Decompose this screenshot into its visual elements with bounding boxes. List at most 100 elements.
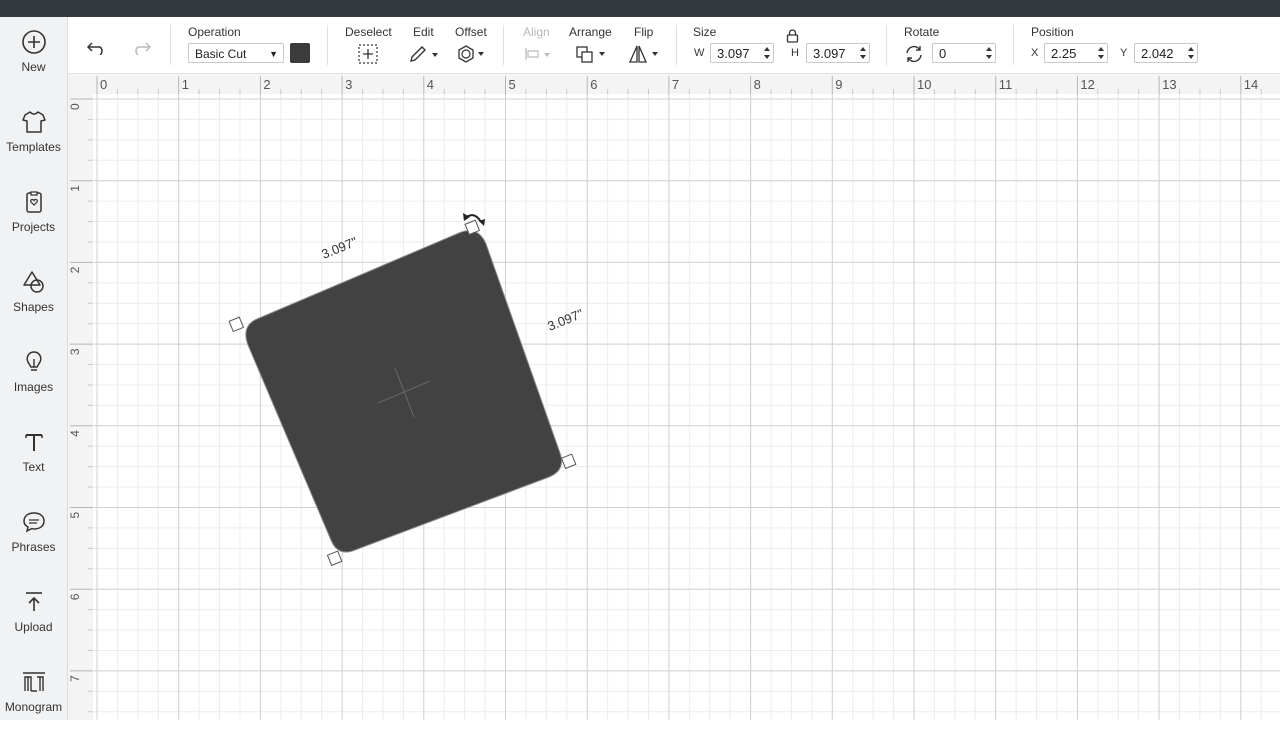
width-prefix: W	[694, 47, 705, 59]
rotate-label: Rotate	[904, 25, 940, 39]
height-input[interactable]: 3.097	[806, 43, 870, 63]
flip-label: Flip	[634, 25, 654, 39]
ruler-v-label: 3	[68, 348, 82, 355]
align-label: Align	[523, 25, 550, 39]
selected-shape-group[interactable]: 3.097" 3.097"	[228, 213, 586, 567]
arrange-label: Arrange	[569, 25, 612, 39]
ruler-h-label: 14	[1244, 77, 1258, 92]
sidebar-item-label: Shapes	[13, 300, 54, 314]
sidebar-item-images[interactable]: Images	[0, 349, 67, 419]
deselect-icon[interactable]	[358, 44, 378, 64]
stepper-icon[interactable]	[859, 45, 867, 61]
tshirt-icon	[21, 111, 46, 133]
position-x-input[interactable]: 2.25	[1044, 43, 1108, 63]
ruler-h-label: 0	[100, 77, 107, 92]
shapes-icon	[22, 271, 44, 293]
undo-icon[interactable]	[86, 39, 108, 55]
ruler-horizontal: 0 1 2 3 4 5 6 7 8 9 10 11 12 13 14	[68, 74, 1280, 94]
arrange-icon[interactable]	[575, 44, 609, 64]
ruler-h-label: 12	[1080, 77, 1094, 92]
sidebar-item-phrases[interactable]: Phrases	[0, 509, 67, 579]
lock-icon[interactable]	[786, 29, 799, 43]
pencil-icon[interactable]	[408, 45, 440, 63]
projects-icon	[25, 191, 42, 213]
sidebar-item-text[interactable]: Text	[0, 429, 67, 499]
upload-icon	[25, 592, 42, 611]
flip-icon[interactable]	[628, 44, 662, 64]
ruler-vertical-bg	[68, 74, 93, 720]
canvas-grid	[94, 94, 1280, 720]
ruler-h-label: 10	[917, 77, 931, 92]
operation-select[interactable]: Basic Cut ▼	[188, 43, 284, 63]
ruler-h-label: 9	[835, 77, 842, 92]
stepper-icon[interactable]	[1187, 45, 1195, 61]
ruler-v-label: 6	[68, 593, 82, 600]
ruler-vertical: 0 1 2 3 4 5 6 7	[68, 74, 93, 720]
edit-label: Edit	[413, 25, 434, 39]
speech-bubble-icon	[22, 512, 45, 533]
rotate-input[interactable]: 0	[932, 43, 996, 63]
sidebar-item-upload[interactable]: Upload	[0, 589, 67, 659]
operation-label: Operation	[188, 25, 241, 39]
height-value: 3.097	[813, 46, 846, 61]
ruler-h-label: 13	[1162, 77, 1176, 92]
operation-color-swatch[interactable]	[290, 43, 310, 63]
sidebar-item-shapes[interactable]: Shapes	[0, 269, 67, 339]
resize-handle-top-left[interactable]	[228, 316, 245, 333]
dimension-label-right: 3.097"	[545, 306, 585, 334]
y-prefix: Y	[1120, 47, 1128, 59]
position-y-value: 2.042	[1141, 46, 1174, 61]
text-icon	[24, 434, 43, 451]
plus-circle-icon	[21, 30, 46, 54]
canvas-drawing[interactable]: 0 1 2 3 4 5 6 7 8 9 10 11 12 13 14 01234567 3.097" 3.0…	[68, 74, 1280, 720]
ruler-v-label: 5	[68, 512, 82, 519]
sidebar-item-label: Projects	[11, 220, 56, 234]
sidebar-item-projects[interactable]: Projects	[0, 189, 67, 259]
stepper-icon[interactable]	[763, 45, 771, 61]
x-prefix: X	[1031, 47, 1039, 59]
left-sidebar: New Templates Projects Shapes Images Tex…	[0, 17, 68, 720]
sidebar-item-label: Monogram	[4, 700, 63, 714]
stepper-icon[interactable]	[985, 45, 993, 61]
sidebar-item-label: Images	[13, 380, 54, 394]
position-y-input[interactable]: 2.042	[1134, 43, 1198, 63]
stepper-icon[interactable]	[1097, 45, 1105, 61]
ruler-h-label: 6	[590, 77, 597, 92]
sidebar-item-templates[interactable]: Templates	[0, 109, 67, 179]
ruler-h-label: 11	[999, 77, 1013, 92]
ruler-v-label: 4	[68, 430, 82, 437]
ruler-h-label: 3	[345, 77, 352, 92]
sidebar-item-monogram[interactable]: Monogram	[0, 669, 67, 739]
sidebar-item-label: Upload	[14, 620, 53, 634]
monogram-icon	[22, 672, 45, 692]
size-label: Size	[693, 25, 717, 39]
sidebar-item-new[interactable]: New	[0, 29, 67, 99]
rotate-icon[interactable]	[904, 45, 924, 63]
resize-handle-bottom-left[interactable]	[326, 550, 343, 567]
ruler-h-label: 4	[427, 77, 434, 92]
rotate-value: 0	[939, 46, 947, 61]
ruler-h-label: 7	[672, 77, 679, 92]
sidebar-item-label: New	[21, 60, 46, 74]
offset-icon[interactable]	[456, 44, 488, 64]
position-label: Position	[1031, 25, 1074, 39]
ruler-h-label: 8	[754, 77, 761, 92]
operation-value: Basic Cut	[195, 47, 247, 61]
design-canvas[interactable]: 0 1 2 3 4 5 6 7 8 9 10 11 12 13 14 01234567 3.097" 3.0…	[68, 74, 1280, 720]
ruler-v-label: 2	[68, 266, 82, 273]
window-top-bar	[0, 0, 1280, 17]
align-icon[interactable]	[524, 45, 556, 63]
deselect-label: Deselect	[345, 25, 392, 39]
ruler-h-label: 2	[263, 77, 270, 92]
sidebar-item-label: Templates	[6, 140, 61, 154]
ruler-v-label: 0	[68, 103, 82, 110]
ruler-h-label: 1	[182, 77, 189, 92]
ruler-v-label: 1	[68, 185, 82, 192]
redo-icon[interactable]	[130, 39, 152, 55]
chevron-down-icon: ▼	[269, 49, 278, 59]
width-input[interactable]: 3.097	[710, 43, 774, 63]
sidebar-item-label: Phrases	[11, 540, 56, 554]
sidebar-item-label: Text	[22, 460, 45, 474]
ruler-v-label: 7	[68, 675, 82, 682]
offset-label: Offset	[455, 25, 487, 39]
